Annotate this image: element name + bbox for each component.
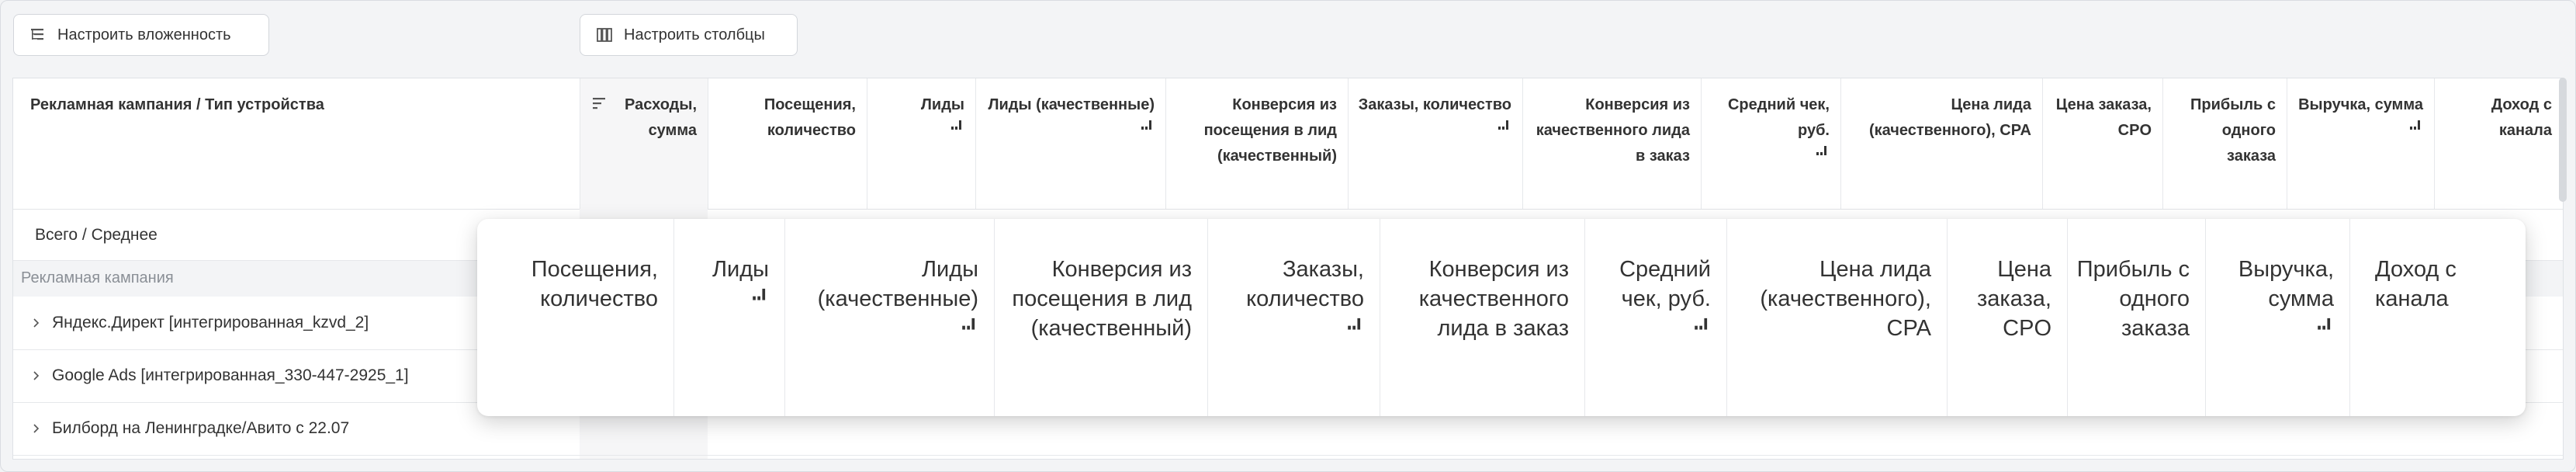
tree-icon	[31, 29, 43, 40]
column-header-label: Доход с канала	[2491, 96, 2552, 139]
row-expand-yandex[interactable]: Яндекс.Директ [интегрированная_kzvd_2]	[32, 314, 369, 332]
column-header-costs[interactable]: Расходы, сумма	[580, 78, 708, 209]
mini-bars-icon	[1695, 318, 1708, 330]
sort-icon	[593, 98, 605, 109]
row-label: Билборд на Ленинградке/Авито с 22.07	[52, 419, 350, 437]
column-header-cpa[interactable]: Цена лида (качественного), CPA	[1840, 78, 2042, 209]
configure-nesting-button[interactable]: Настроить вложенность	[13, 14, 269, 56]
row-expand-billboard[interactable]: Билборд на Ленинградке/Авито с 22.07	[32, 419, 349, 438]
vertical-scrollbar[interactable]	[2559, 78, 2567, 202]
column-header-label: Расходы, сумма	[625, 96, 697, 139]
row-label: Яндекс.Директ [интегрированная_kzvd_2]	[52, 314, 369, 331]
column-header-label: Рекламная кампания / Тип устройства	[30, 96, 324, 113]
overlay-header-visit-conversion: Конверсия из посещения в лид (качественн…	[994, 219, 1207, 416]
chevron-right-icon	[33, 424, 40, 433]
column-header-visit-conversion[interactable]: Конверсия из посещения в лид (качественн…	[1165, 78, 1348, 209]
overlay-header-leads: Лиды	[673, 219, 784, 416]
column-header-label: Цена заказа, CPO	[2055, 96, 2152, 139]
chevron-right-icon	[33, 371, 40, 380]
mini-bars-icon	[962, 318, 975, 330]
overlay-header-label: Доход с канала	[2375, 257, 2457, 311]
overlay-header-label: Выручка, сумма	[2238, 257, 2334, 311]
column-header-avg-check[interactable]: Средний чек, руб.	[1701, 78, 1840, 209]
overlay-header-label: Прибыль с одного заказа	[2076, 257, 2190, 341]
overlay-header-label: Цена заказа, CPO	[1976, 257, 2051, 341]
overlay-header-label: Средний чек, руб.	[1619, 257, 1711, 311]
row-expand-google[interactable]: Google Ads [интегрированная_330-447-2925…	[32, 366, 409, 385]
mini-bars-icon	[1141, 120, 1151, 130]
header-zoom-overlay: Посещения, количество Лиды Лиды (качеств…	[477, 219, 2526, 416]
column-header-campaign[interactable]: Рекламная кампания / Тип устройства	[13, 78, 580, 209]
overlay-header-label: Конверсия из качественного лида в заказ	[1418, 257, 1569, 341]
group-header-label: Рекламная кампания	[21, 269, 174, 286]
column-header-profit-per-order[interactable]: Прибыль с одного заказа	[2162, 78, 2287, 209]
overlay-header-cpo: Цена заказа, CPO	[1947, 219, 2067, 416]
column-header-orders[interactable]: Заказы, количество	[1348, 78, 1522, 209]
overlay-header-visits: Посещения, количество	[477, 219, 673, 416]
configure-columns-label: Настроить столбцы	[624, 26, 765, 43]
mini-bars-icon	[2318, 318, 2331, 330]
overlay-header-cpa: Цена лида (качественного), CPA	[1726, 219, 1947, 416]
overlay-header-avg-check: Средний чек, руб.	[1584, 219, 1726, 416]
column-header-quality-leads[interactable]: Лиды (качественные)	[975, 78, 1165, 209]
column-header-label: Прибыль с одного заказа	[2190, 96, 2276, 165]
column-header-label: Конверсия из посещения в лид (качественн…	[1203, 96, 1337, 165]
mini-bars-icon	[1498, 120, 1508, 130]
overlay-header-orders: Заказы, количество	[1207, 219, 1380, 416]
overlay-header-label: Цена лида (качественного), CPA	[1760, 257, 1931, 341]
mini-bars-icon	[1816, 146, 1826, 155]
column-header-label: Посещения, количество	[763, 96, 856, 139]
table-header: Рекламная кампания / Тип устройства Расх…	[13, 78, 2563, 210]
overlay-header-label: Лиды (качественные)	[817, 257, 978, 311]
column-header-leads[interactable]: Лиды	[867, 78, 975, 209]
row-label: Google Ads [интегрированная_330-447-2925…	[52, 366, 409, 384]
column-header-lead-conversion[interactable]: Конверсия из качественного лида в заказ	[1522, 78, 1701, 209]
column-header-label: Конверсия из качественного лида в заказ	[1536, 96, 1690, 165]
column-header-channel-income[interactable]: Доход с канала	[2434, 78, 2563, 209]
overlay-header-channel-income: Доход с канала	[2349, 219, 2526, 416]
mini-bars-icon	[2410, 120, 2420, 130]
overlay-header-label: Лиды	[712, 257, 769, 282]
columns-icon	[597, 28, 612, 42]
column-header-visits[interactable]: Посещения, количество	[708, 78, 867, 209]
column-header-label: Средний чек, руб.	[1727, 96, 1830, 139]
mini-bars-icon	[951, 120, 961, 130]
overlay-header-quality-leads: Лиды (качественные)	[784, 219, 994, 416]
column-header-label: Лиды (качественные)	[988, 96, 1155, 113]
total-label: Всего / Среднее	[35, 226, 158, 244]
overlay-header-label: Конверсия из посещения в лид (качественн…	[1012, 257, 1192, 341]
configure-nesting-label: Настроить вложенность	[57, 26, 231, 43]
mini-bars-icon	[1348, 318, 1361, 330]
column-header-label: Выручка, сумма	[2298, 96, 2423, 113]
overlay-header-revenue: Выручка, сумма	[2205, 219, 2349, 416]
column-header-label: Цена лида (качественного), CPA	[1868, 96, 2031, 139]
column-header-revenue[interactable]: Выручка, сумма	[2287, 78, 2434, 209]
overlay-header-label: Посещения, количество	[531, 257, 658, 311]
column-header-label: Заказы, количество	[1358, 96, 1511, 113]
overlay-header-label: Заказы, количество	[1246, 257, 1364, 311]
mini-bars-icon	[753, 288, 766, 300]
column-header-label: Лиды	[920, 96, 964, 113]
chevron-right-icon	[33, 318, 40, 328]
column-header-cpo[interactable]: Цена заказа, CPO	[2042, 78, 2162, 209]
configure-columns-button[interactable]: Настроить столбцы	[580, 14, 798, 56]
overlay-header-profit-per-order: Прибыль с одного заказа	[2067, 219, 2205, 416]
overlay-header-lead-conversion: Конверсия из качественного лида в заказ	[1380, 219, 1584, 416]
